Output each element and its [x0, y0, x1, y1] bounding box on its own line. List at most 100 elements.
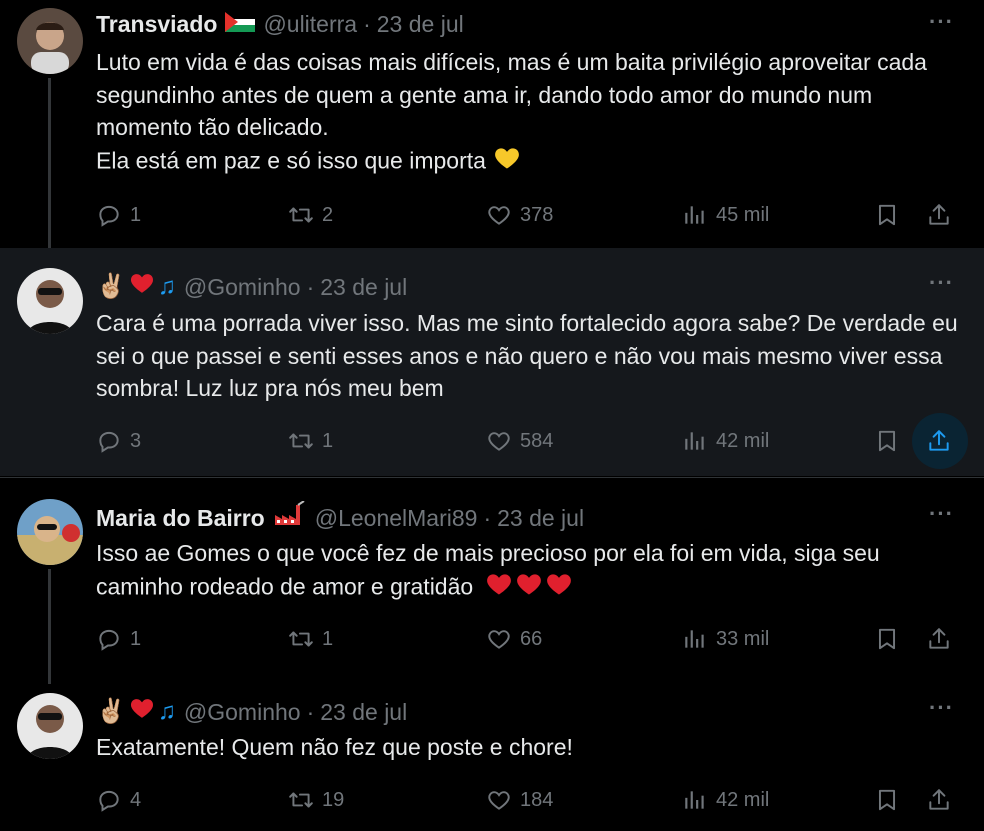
tweet-text: Luto em vida é das coisas mais difíceis,…: [96, 46, 966, 180]
timestamp[interactable]: 23 de jul: [377, 9, 464, 39]
like-count: 66: [520, 627, 543, 650]
avatar[interactable]: [17, 499, 83, 565]
victory-hand-icon: ✌🏼: [96, 697, 126, 725]
handle[interactable]: @Gominho: [184, 697, 301, 727]
views-icon: [682, 202, 708, 228]
timestamp[interactable]: 23 de jul: [497, 503, 584, 533]
tweet-header: Maria do Bairro @LeonelMari89 · 23 de ju…: [96, 500, 584, 534]
bookmark-icon: [874, 428, 900, 454]
views-button[interactable]: 42 mil: [682, 421, 769, 461]
bookmark-button[interactable]: [874, 195, 908, 235]
bookmark-icon: [874, 787, 900, 813]
retweet-count: 19: [322, 788, 345, 811]
views-count: 42 mil: [716, 429, 770, 452]
share-icon: [926, 626, 952, 652]
views-count: 45 mil: [716, 203, 770, 226]
avatar[interactable]: [17, 693, 83, 759]
thread-line: [48, 78, 51, 256]
reply-button[interactable]: 1: [96, 619, 141, 659]
like-count: 378: [520, 203, 554, 226]
views-button[interactable]: 33 mil: [682, 619, 769, 659]
tweet-text-line: Ela está em paz e só isso que importa: [96, 146, 486, 173]
more-icon[interactable]: ···: [929, 270, 954, 296]
retweet-icon: [288, 626, 314, 652]
handle[interactable]: @Gominho: [184, 272, 301, 302]
share-button[interactable]: [926, 195, 960, 235]
display-name[interactable]: Transviado: [96, 9, 217, 39]
separator-dot: ·: [483, 504, 492, 531]
tweet[interactable]: ✌🏼 ♫ @Gominho · 23 de jul ··· Cara é uma…: [0, 248, 984, 476]
reply-count: 1: [130, 627, 142, 650]
share-icon: [926, 202, 952, 228]
like-icon: [486, 787, 512, 813]
like-count: 184: [520, 788, 554, 811]
reply-count: 1: [130, 203, 142, 226]
handle[interactable]: @LeonelMari89: [315, 503, 478, 533]
display-name[interactable]: Maria do Bairro: [96, 503, 265, 533]
avatar[interactable]: [17, 8, 83, 74]
reply-button[interactable]: 1: [96, 195, 141, 235]
retweet-button[interactable]: 2: [288, 195, 333, 235]
reply-icon: [96, 202, 122, 228]
action-bar: 3 1 584 42 mil: [96, 413, 968, 469]
reply-icon: [96, 787, 122, 813]
bookmark-button[interactable]: [874, 619, 908, 659]
handle[interactable]: @uliterra: [263, 9, 357, 39]
share-button[interactable]: [926, 780, 960, 820]
tweet[interactable]: ✌🏼 ♫ @Gominho · 23 de jul ··· Exatamente…: [0, 676, 984, 831]
like-button[interactable]: 184: [486, 780, 553, 820]
reply-button[interactable]: 4: [96, 780, 141, 820]
share-icon: [926, 787, 952, 813]
retweet-count: 1: [322, 627, 334, 650]
tweet-text: Cara é uma porrada viver isso. Mas me si…: [96, 310, 958, 401]
more-icon[interactable]: ···: [929, 501, 954, 527]
reply-count: 3: [130, 429, 142, 452]
tweet-text-line: Luto em vida é das coisas mais difíceis,…: [96, 49, 927, 140]
retweet-button[interactable]: 1: [288, 421, 333, 461]
views-icon: [682, 626, 708, 652]
more-icon[interactable]: ···: [929, 695, 954, 721]
like-button[interactable]: 378: [486, 195, 553, 235]
tweet-text: Isso ae Gomes o que você fez de mais pre…: [96, 537, 966, 606]
bookmark-button[interactable]: [874, 421, 908, 461]
like-icon: [486, 626, 512, 652]
views-button[interactable]: 45 mil: [682, 195, 769, 235]
bookmark-button[interactable]: [874, 780, 908, 820]
factory-icon: [273, 500, 307, 534]
action-bar: 1 1 66 33 mil: [96, 619, 966, 659]
views-button[interactable]: 42 mil: [682, 780, 769, 820]
retweet-count: 1: [322, 429, 334, 452]
retweet-icon: [288, 202, 314, 228]
more-icon[interactable]: ···: [929, 9, 954, 35]
retweet-button[interactable]: 19: [288, 780, 344, 820]
like-icon: [486, 428, 512, 454]
reply-icon: [96, 428, 122, 454]
reply-button[interactable]: 3: [96, 421, 141, 461]
tweet[interactable]: Transviado @uliterra · 23 de jul ··· Lut…: [0, 0, 984, 256]
views-icon: [682, 787, 708, 813]
timestamp[interactable]: 23 de jul: [320, 697, 407, 727]
share-button[interactable]: [926, 619, 960, 659]
thread-line: [48, 569, 51, 684]
music-notes-icon: ♫: [157, 272, 176, 300]
share-icon: [926, 428, 952, 454]
victory-hand-icon: ✌🏼: [96, 272, 126, 300]
avatar[interactable]: [17, 268, 83, 334]
separator-dot: ·: [363, 11, 371, 37]
retweet-count: 2: [322, 203, 334, 226]
action-bar: 4 19 184 42 mil: [96, 780, 966, 820]
like-button[interactable]: 584: [486, 421, 553, 461]
retweet-icon: [288, 787, 314, 813]
share-button[interactable]: [926, 421, 960, 461]
separator-dot: ·: [306, 273, 315, 300]
tweet[interactable]: Maria do Bairro @LeonelMari89 · 23 de ju…: [0, 478, 984, 684]
timestamp[interactable]: 23 de jul: [320, 272, 407, 302]
tweet-header: Transviado @uliterra · 23 de jul: [96, 9, 464, 39]
retweet-button[interactable]: 1: [288, 619, 333, 659]
action-bar: 1 2 378 45 mil: [96, 195, 966, 235]
yellow-heart-icon: [492, 144, 522, 181]
like-icon: [486, 202, 512, 228]
palestine-flag-icon: [225, 9, 256, 39]
like-button[interactable]: 66: [486, 619, 542, 659]
music-notes-icon: ♫: [157, 697, 176, 725]
